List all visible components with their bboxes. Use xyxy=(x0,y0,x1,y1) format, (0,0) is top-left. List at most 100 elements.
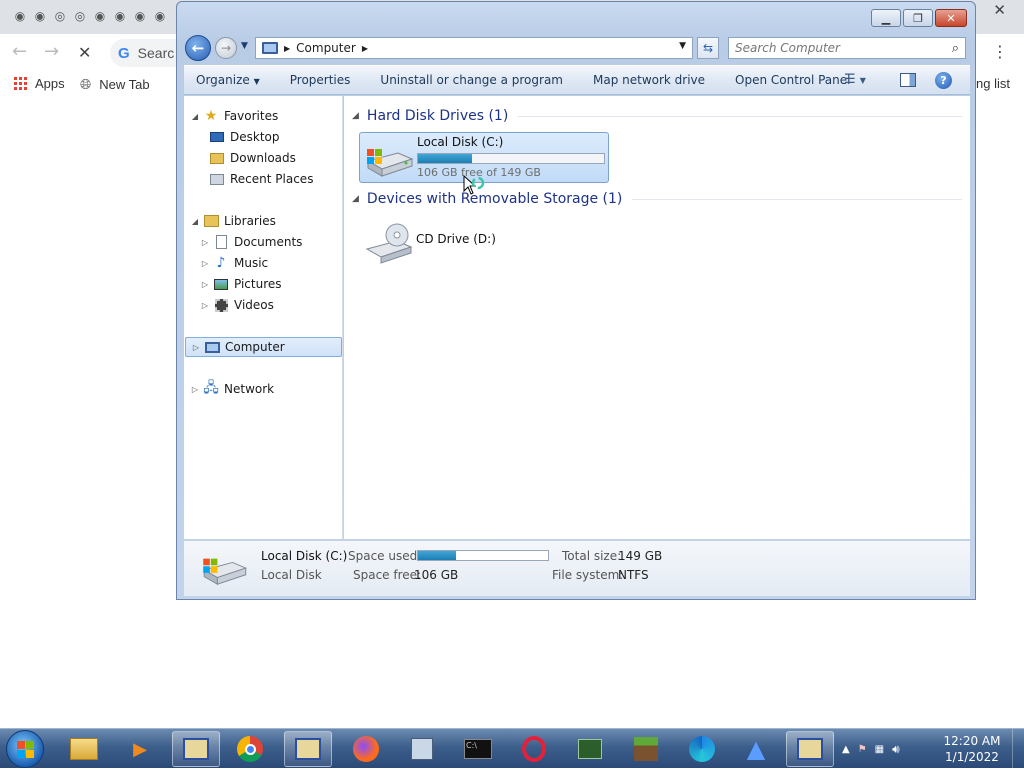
expand-triangle-icon[interactable]: ▷ xyxy=(200,238,210,247)
volume-icon[interactable]: 🔊︎ xyxy=(892,742,900,757)
preview-pane-icon[interactable] xyxy=(900,73,916,87)
collapse-triangle-icon[interactable]: ◢ xyxy=(352,111,359,121)
taskbar-opera-button[interactable] xyxy=(510,731,558,767)
address-bar[interactable]: ▶ Computer ▶ ▼ xyxy=(255,37,693,59)
expand-triangle-icon[interactable]: ▷ xyxy=(200,301,210,310)
tab-favicon-icon[interactable]: ◉ xyxy=(92,8,108,24)
total-size-label: Total size: xyxy=(562,549,622,563)
nav-item-computer[interactable]: ▷ Computer xyxy=(185,337,342,357)
desktop-icon xyxy=(209,130,225,144)
nav-item-downloads[interactable]: Downloads xyxy=(206,148,296,168)
cd-drive-icon xyxy=(365,223,413,264)
taskbar-app-button[interactable]: ▲ xyxy=(732,731,780,767)
bookmark-new-tab[interactable]: 🌐︎ New Tab xyxy=(80,76,150,93)
expand-triangle-icon[interactable]: ▷ xyxy=(200,259,210,268)
network-status-icon[interactable]: ▦ xyxy=(875,744,884,755)
map-network-drive-button[interactable]: Map network drive xyxy=(578,73,720,87)
nav-item-network[interactable]: ▷ 🖧︎ Network xyxy=(190,379,274,399)
tab-favicon-icon[interactable]: ◉ xyxy=(132,8,148,24)
forward-button[interactable]: → xyxy=(215,37,237,59)
group-header-hard-disk-drives[interactable]: ◢ Hard Disk Drives (1) xyxy=(352,105,962,127)
show-hidden-icons-icon[interactable]: ▲ xyxy=(842,744,850,755)
tab-close-icon[interactable]: ✕ xyxy=(993,1,1006,19)
tab-favicon-icon[interactable]: ◎ xyxy=(52,8,68,24)
app-swirl-icon xyxy=(689,736,715,762)
taskbar-explorer-button[interactable] xyxy=(60,731,108,767)
taskbar-app-button[interactable] xyxy=(678,731,726,767)
nav-label: Network xyxy=(224,382,275,396)
start-button[interactable] xyxy=(6,730,44,768)
stop-loading-icon[interactable]: ✕ xyxy=(78,43,91,62)
documents-icon xyxy=(213,235,229,249)
help-icon[interactable]: ? xyxy=(935,72,952,89)
program-window-icon xyxy=(295,738,321,760)
breadcrumb-arrow-icon[interactable]: ▶ xyxy=(284,44,290,53)
recent-pages-dropdown-icon[interactable]: ▼ xyxy=(241,41,248,51)
maximize-button[interactable]: ❐ xyxy=(903,9,933,27)
folder-icon xyxy=(70,738,98,760)
nav-item-recent-places[interactable]: Recent Places xyxy=(206,169,313,189)
forward-arrow-icon[interactable]: → xyxy=(44,41,59,62)
nav-label: Favorites xyxy=(224,109,279,123)
taskbar-firefox-button[interactable] xyxy=(342,731,390,767)
nav-item-favorites[interactable]: ◢ ★ Favorites xyxy=(190,106,278,126)
taskbar-minecraft-button[interactable] xyxy=(622,731,670,767)
bookmark-apps[interactable]: Apps xyxy=(14,76,65,91)
content-pane: ◢ Hard Disk Drives (1) Local Disk (C:) 1… xyxy=(344,96,970,539)
taskbar-program-button[interactable] xyxy=(172,731,220,767)
nav-item-desktop[interactable]: Desktop xyxy=(206,127,280,147)
properties-button[interactable]: Properties xyxy=(275,73,366,87)
collapse-triangle-icon[interactable]: ◢ xyxy=(190,112,200,121)
collapse-triangle-icon[interactable]: ◢ xyxy=(352,194,359,204)
taskbar-media-player-button[interactable]: ▶ xyxy=(116,731,164,767)
drive-tile-cd-drive-d[interactable]: CD Drive (D:) xyxy=(359,216,609,267)
clock[interactable]: 12:20 AM 1/1/2022 xyxy=(940,733,1004,765)
taskbar-calculator-button[interactable] xyxy=(398,731,446,767)
taskbar-program-button[interactable] xyxy=(786,731,834,767)
tab-favicon-icon[interactable]: ◉ xyxy=(32,8,48,24)
collapse-triangle-icon[interactable]: ◢ xyxy=(190,217,200,226)
search-icon[interactable]: ⌕ xyxy=(952,41,959,56)
show-desktop-button[interactable] xyxy=(1012,729,1024,769)
tab-favicon-icon[interactable]: ◉ xyxy=(152,8,168,24)
expand-triangle-icon[interactable]: ▷ xyxy=(200,280,210,289)
nav-item-music[interactable]: ▷ ♪ Music xyxy=(200,253,268,273)
taskbar-task-manager-button[interactable] xyxy=(566,731,614,767)
nav-item-pictures[interactable]: ▷ Pictures xyxy=(200,274,282,294)
back-button[interactable]: ← xyxy=(185,35,211,61)
organize-button[interactable]: Organize ▼ xyxy=(184,73,275,87)
expand-triangle-icon[interactable]: ▷ xyxy=(191,343,201,352)
taskbar-chrome-button[interactable] xyxy=(226,731,274,767)
close-button[interactable]: ✕ xyxy=(935,9,967,27)
browser-menu-icon[interactable]: ⋮ xyxy=(992,42,1008,61)
expand-triangle-icon[interactable]: ▷ xyxy=(190,385,200,394)
minimize-button[interactable]: ▁ xyxy=(871,9,901,27)
breadcrumb-arrow-icon[interactable]: ▶ xyxy=(362,44,368,53)
nav-item-documents[interactable]: ▷ Documents xyxy=(200,232,302,252)
nav-item-libraries[interactable]: ◢ Libraries xyxy=(190,211,276,231)
search-input[interactable] xyxy=(735,41,935,55)
group-label: Hard Disk Drives (1) xyxy=(366,108,509,124)
refresh-button[interactable]: ⇆ xyxy=(697,37,719,59)
action-center-icon[interactable]: ⚑ xyxy=(858,744,867,755)
task-manager-icon xyxy=(578,739,602,759)
tab-favicon-icon[interactable]: ◉ xyxy=(112,8,128,24)
file-system-value: NTFS xyxy=(618,568,649,582)
uninstall-program-button[interactable]: Uninstall or change a program xyxy=(365,73,578,87)
window-controls: ▁ ❐ ✕ xyxy=(871,9,967,27)
reading-list-link[interactable]: ng list xyxy=(976,76,1010,91)
search-box[interactable]: ⌕ xyxy=(728,37,966,59)
tab-favicon-icon[interactable]: ◎ xyxy=(72,8,88,24)
computer-icon xyxy=(204,340,220,354)
address-dropdown-icon[interactable]: ▼ xyxy=(679,41,686,51)
back-arrow-icon[interactable]: ← xyxy=(12,41,27,62)
taskbar-cmd-button[interactable]: C:\ xyxy=(454,731,502,767)
tab-favicon-icon[interactable]: ◉ xyxy=(12,8,28,24)
nav-item-videos[interactable]: ▷ Videos xyxy=(200,295,274,315)
change-view-icon[interactable]: ☰ ▼ xyxy=(844,72,866,87)
taskbar-program-button[interactable] xyxy=(284,731,332,767)
group-header-removable-storage[interactable]: ◢ Devices with Removable Storage (1) xyxy=(352,188,962,210)
media-player-icon: ▶ xyxy=(133,738,147,760)
nav-label: Pictures xyxy=(234,277,282,291)
breadcrumb-computer[interactable]: Computer xyxy=(296,41,356,55)
